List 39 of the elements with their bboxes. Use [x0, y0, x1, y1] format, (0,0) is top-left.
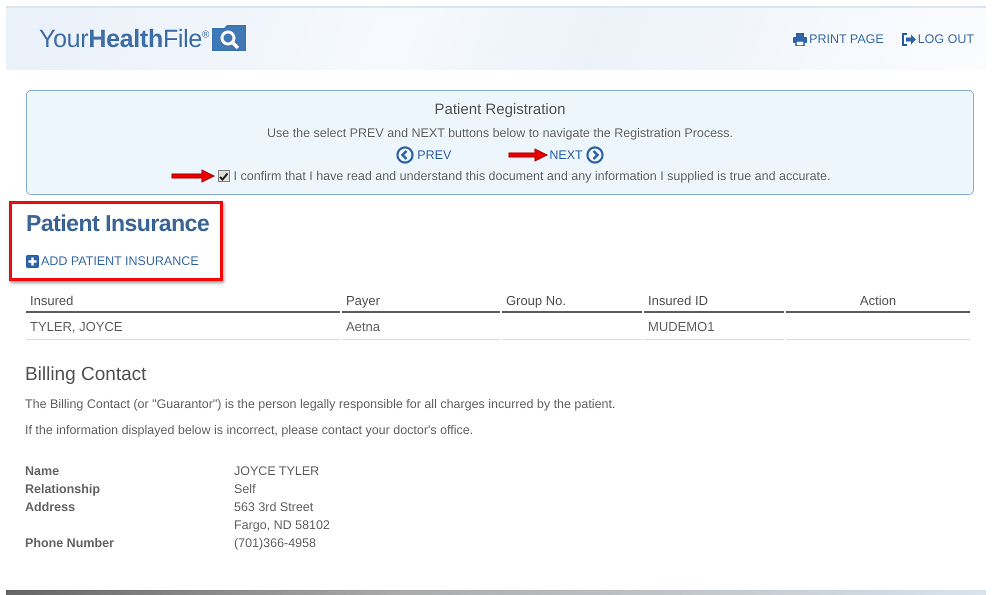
annotation-arrow: [170, 169, 216, 183]
field-label: Relationship: [25, 481, 102, 498]
printer-icon: [793, 32, 808, 46]
field-value: Fargo, ND 58102: [234, 517, 330, 534]
confirm-checkbox[interactable]: [218, 170, 230, 182]
plus-icon: [26, 254, 39, 268]
table-cell: Aetna: [342, 313, 500, 340]
field-value: (701)366-4958: [234, 535, 316, 552]
print-link[interactable]: PRINT PAGE: [793, 32, 884, 46]
panel-title: Patient Registration: [434, 101, 566, 118]
column-header: Insured ID: [644, 290, 784, 313]
column-header: Payer: [342, 290, 500, 313]
field-label: Address: [25, 499, 76, 516]
field-label: Name: [25, 463, 60, 480]
field-value: 563 3rd Street: [234, 499, 314, 516]
table-cell: MUDEMO1: [644, 313, 784, 340]
section-heading: Patient Insurance: [26, 210, 210, 237]
table-cell: TYLER, JOYCE: [26, 313, 340, 340]
chevron-right-icon: [586, 146, 604, 164]
field-value: JOYCE TYLER: [234, 463, 320, 480]
description-text: The Billing Contact (or "Guarantor") is the person legally responsible for all charges incurred by the patient.: [25, 396, 616, 412]
logout-icon: [902, 32, 916, 46]
section-heading: Billing Contact: [25, 364, 148, 386]
prev-link[interactable]: PREV: [396, 146, 452, 164]
next-link[interactable]: NEXT: [549, 146, 604, 164]
description-text: If the information displayed below is incorrect, please contact your doctor's office.: [25, 422, 474, 438]
confirm-label: I confirm that I have read and understand this document and any information I supplied is true and accurate.: [234, 169, 830, 183]
column-header: Group No.: [502, 290, 642, 313]
search-icon: [212, 24, 246, 50]
logout-link[interactable]: LOG OUT: [902, 32, 974, 46]
annotation-arrow: [507, 148, 550, 162]
add-insurance-link[interactable]: ADD PATIENT INSURANCE: [26, 254, 220, 268]
field-label: Phone Number: [25, 535, 115, 552]
instruction-text: Use the select PREV and NEXT buttons below to navigate the Registration Process.: [266, 126, 734, 140]
logo-text: YourHealthFile$^{®}$: [39, 24, 210, 54]
chevron-left-icon: [396, 146, 414, 164]
column-header: Action: [786, 290, 970, 313]
field-value: Self: [234, 481, 256, 498]
column-header: Insured: [26, 290, 340, 313]
